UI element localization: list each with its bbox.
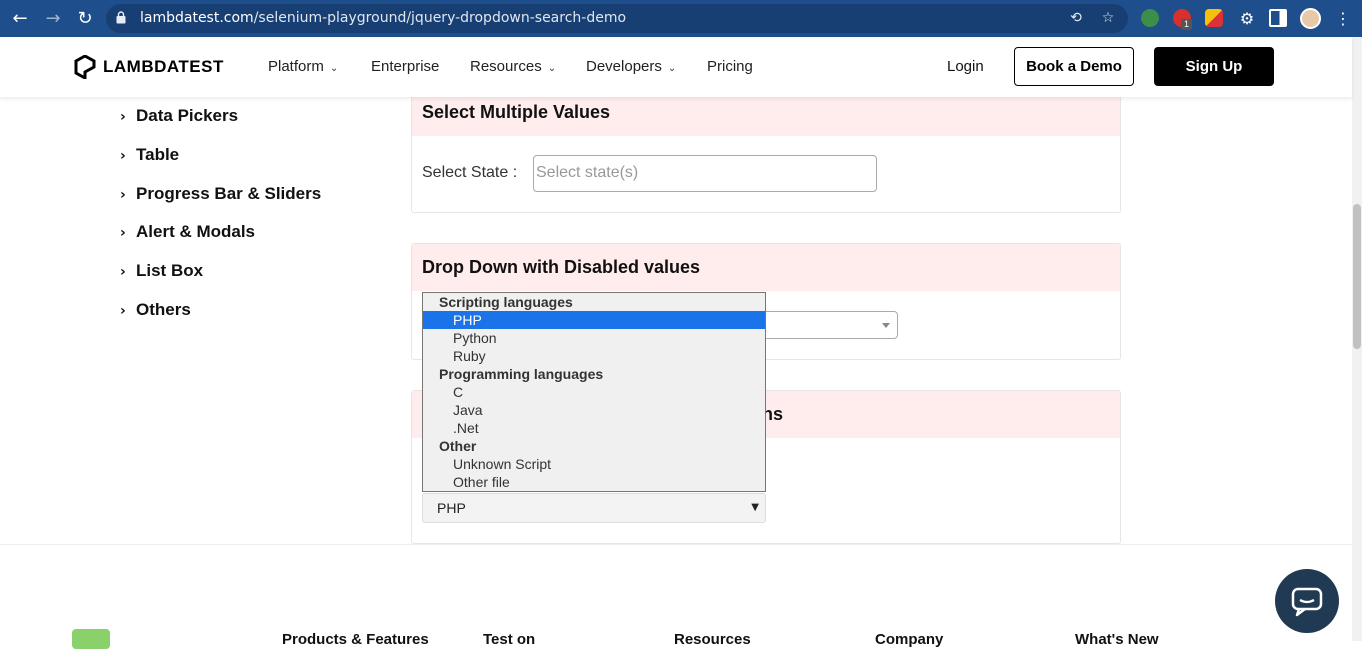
login-link[interactable]: Login <box>947 37 984 97</box>
selected-value: PHP <box>437 500 466 516</box>
nav-developers[interactable]: Developers ⌄ <box>586 37 676 97</box>
chat-bubble-icon <box>1291 587 1323 617</box>
sidebar-item-table[interactable]: › Table <box>120 145 179 165</box>
sidebar-item-others[interactable]: › Others <box>120 300 191 320</box>
extension-grammarly-icon[interactable] <box>1141 9 1159 27</box>
extension-colorful-icon[interactable] <box>1205 9 1223 27</box>
chat-button[interactable] <box>1275 569 1339 633</box>
arrow-left-icon[interactable]: ← <box>9 8 31 30</box>
chevron-right-icon: › <box>120 225 126 241</box>
book-demo-button[interactable]: Book a Demo <box>1014 47 1134 86</box>
option-c[interactable]: C <box>423 383 765 401</box>
select-state-label: Select State : <box>422 164 518 181</box>
option-unknown-script[interactable]: Unknown Script <box>423 455 765 473</box>
optgroup-label: Scripting languages <box>439 294 573 310</box>
footer-col-whats-new[interactable]: What's New <box>1075 631 1159 648</box>
nav-platform[interactable]: Platform ⌄ <box>268 37 338 97</box>
footer-col-test-on[interactable]: Test on <box>483 631 535 648</box>
footer-badge-icon <box>72 629 110 649</box>
option-ruby[interactable]: Ruby <box>423 347 765 365</box>
extension-adblock-icon[interactable]: 1 <box>1173 9 1193 30</box>
option-other-file[interactable]: Other file <box>423 473 765 491</box>
adblock-badge: 1 <box>1181 19 1193 30</box>
browser-toolbar: ← → ↻ lambdatest.com/selenium-playground… <box>0 0 1362 37</box>
footer-col-resources[interactable]: Resources <box>674 631 751 648</box>
state-multiselect-input[interactable]: Select state(s) <box>533 155 877 192</box>
option-dotnet[interactable]: .Net <box>423 419 765 437</box>
share-icon[interactable]: ⟲ <box>1068 10 1084 26</box>
sign-up-button[interactable]: Sign Up <box>1154 47 1274 86</box>
multi-select-card: Select Multiple Values Select State : Se… <box>411 88 1121 213</box>
category-native-select[interactable]: PHP ▼ <box>422 493 766 523</box>
scrollbar-thumb[interactable] <box>1353 204 1361 349</box>
puzzle-icon[interactable]: ⚙ <box>1236 8 1258 30</box>
sidebar-item-data-pickers[interactable]: › Data Pickers <box>120 106 238 126</box>
chevron-right-icon: › <box>120 264 126 280</box>
chevron-down-icon: ⌄ <box>329 63 339 74</box>
dropdown-arrow-icon <box>882 323 890 328</box>
option-python[interactable]: Python <box>423 329 765 347</box>
sidebar-item-list-box[interactable]: › List Box <box>120 261 203 281</box>
chevron-down-icon: ⌄ <box>667 63 677 74</box>
address-bar[interactable]: lambdatest.com/selenium-playground/jquer… <box>106 4 1128 33</box>
site-header: LAMBDATEST Platform ⌄ Enterprise Resource… <box>0 37 1352 97</box>
logo-text: LAMBDATEST <box>103 57 224 76</box>
reload-icon[interactable]: ↻ <box>74 8 96 30</box>
sidepanel-icon[interactable] <box>1269 9 1287 27</box>
logo-icon <box>74 55 96 79</box>
chevron-right-icon: › <box>120 303 126 319</box>
chevron-right-icon: › <box>120 187 126 203</box>
optgroup-label: Other <box>439 438 477 454</box>
page-scrollbar[interactable] <box>1352 37 1362 641</box>
optgroup-label: Programming languages <box>439 366 604 382</box>
chevron-right-icon: › <box>120 148 126 164</box>
nav-resources[interactable]: Resources ⌄ <box>470 37 556 97</box>
footer-col-company[interactable]: Company <box>875 631 943 648</box>
chevron-down-icon: ⌄ <box>547 63 557 74</box>
arrow-right-icon[interactable]: → <box>42 8 64 30</box>
select-options-popup: Scripting languages PHP Python Ruby Prog… <box>422 292 766 492</box>
footer-divider <box>0 544 1352 545</box>
chevron-right-icon: › <box>120 109 126 125</box>
sidebar-item-progress-bar[interactable]: › Progress Bar & Sliders <box>120 184 321 204</box>
nav-enterprise[interactable]: Enterprise <box>371 37 439 97</box>
star-icon[interactable]: ☆ <box>1100 10 1116 26</box>
kebab-menu-icon[interactable]: ⋮ <box>1332 8 1354 30</box>
avatar[interactable] <box>1300 8 1321 29</box>
sidebar-item-alert-modals[interactable]: › Alert & Modals <box>120 222 255 242</box>
nav-pricing[interactable]: Pricing <box>707 37 753 97</box>
lambdatest-logo[interactable]: LAMBDATEST <box>73 53 224 81</box>
card-title-disabled: Drop Down with Disabled values <box>412 244 1120 291</box>
chevron-down-icon: ▼ <box>751 502 759 513</box>
option-php[interactable]: PHP <box>423 311 765 329</box>
lock-icon <box>116 11 126 24</box>
url-text: lambdatest.com/selenium-playground/jquer… <box>140 10 627 26</box>
footer-col-products[interactable]: Products & Features <box>282 631 429 648</box>
option-java[interactable]: Java <box>423 401 765 419</box>
